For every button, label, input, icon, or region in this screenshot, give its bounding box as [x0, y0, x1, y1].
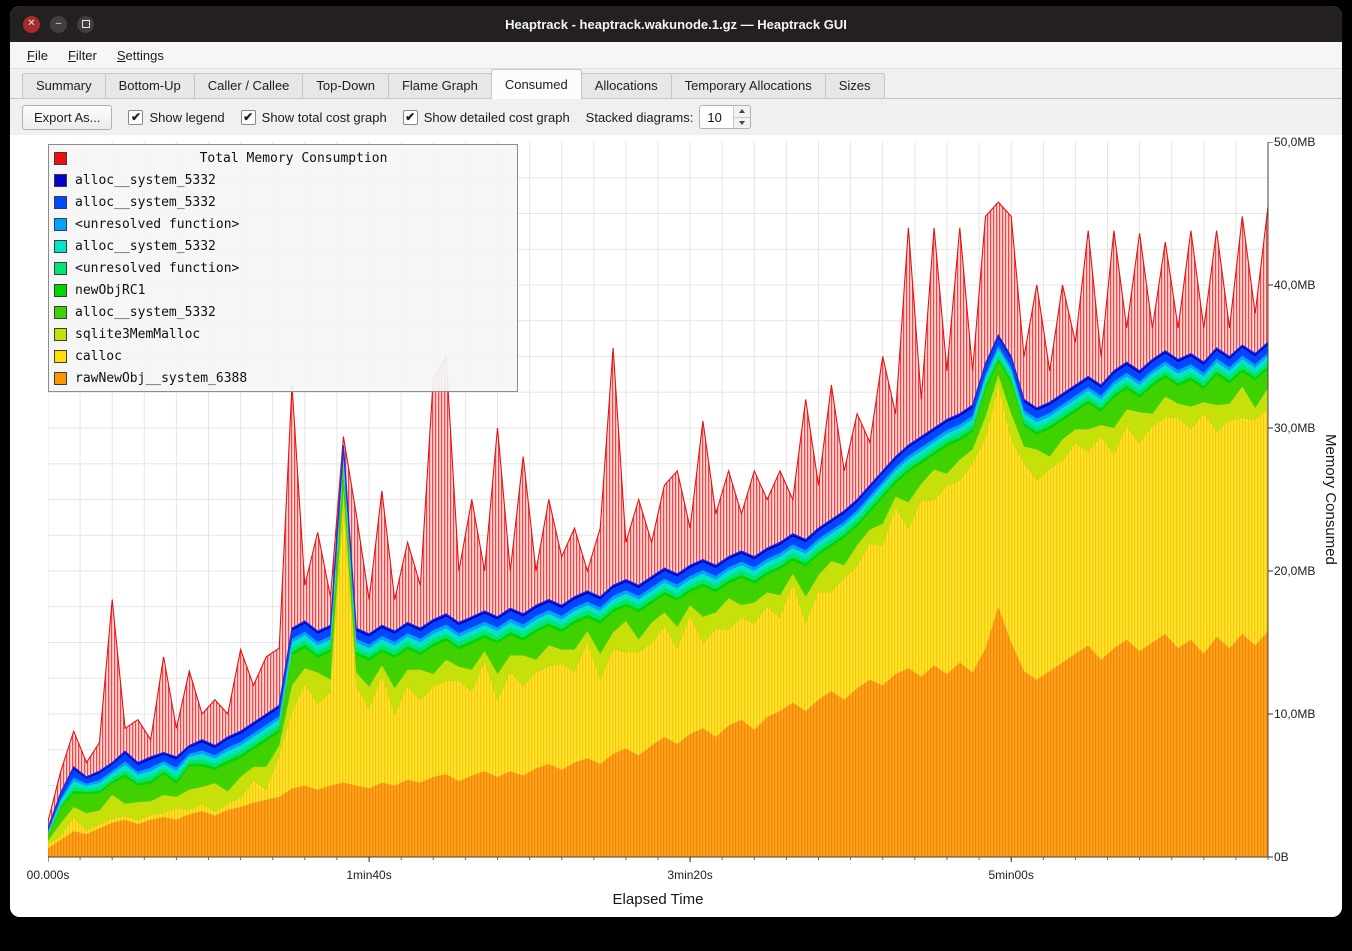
legend-entry: <unresolved function>	[49, 213, 517, 235]
checkbox-show-legend[interactable]: ✔ Show legend	[128, 110, 224, 125]
checkbox-show-detailed-cost-graph[interactable]: ✔ Show detailed cost graph	[403, 110, 570, 125]
checkbox-icon: ✔	[241, 110, 256, 125]
legend-entry-label: newObjRC1	[75, 283, 145, 298]
tab-caller-callee[interactable]: Caller / Callee	[194, 73, 304, 98]
legend-entry-label: <unresolved function>	[75, 261, 239, 276]
heaptrack-window: ✕ – Heaptrack - heaptrack.wakunode.1.gz …	[10, 6, 1342, 917]
legend-swatch	[54, 262, 67, 275]
spinbox-value[interactable]: 10	[700, 106, 733, 128]
legend-swatch	[54, 174, 67, 187]
tab-bar: Summary Bottom-Up Caller / Callee Top-Do…	[10, 69, 1342, 99]
legend-entry-label: alloc__system_5332	[75, 195, 216, 210]
legend-entry: newObjRC1	[49, 279, 517, 301]
menubar: File Filter Settings	[10, 42, 1342, 69]
checkbox-icon: ✔	[403, 110, 418, 125]
close-button[interactable]: ✕	[23, 16, 40, 33]
x-axis-labels: 00.000s1min40s3min20s5min00s	[48, 868, 1268, 884]
stacked-diagrams-group: Stacked diagrams: 10	[586, 105, 752, 129]
y-axis-tick-label: 40,0MB	[1274, 278, 1315, 292]
chart-legend: Total Memory Consumption alloc__system_53…	[48, 144, 518, 392]
legend-entry: rawNewObj__system_6388	[49, 367, 517, 389]
y-axis-tick-label: 0B	[1274, 850, 1289, 864]
menu-item-filter[interactable]: Filter	[59, 45, 106, 66]
menu-item-settings[interactable]: Settings	[108, 45, 173, 66]
x-axis-tick-label: 1min40s	[346, 868, 391, 882]
legend-swatch	[54, 196, 67, 209]
legend-swatch	[54, 284, 67, 297]
tab-temporary-allocations[interactable]: Temporary Allocations	[671, 73, 826, 98]
maximize-icon	[82, 20, 90, 28]
x-axis-tick-label: 3min20s	[667, 868, 712, 882]
legend-title: Total Memory Consumption	[75, 151, 512, 166]
legend-entry-label: calloc	[75, 349, 122, 364]
y-axis-tick-label: 50,0MB	[1274, 135, 1315, 149]
legend-entry-label: alloc__system_5332	[75, 305, 216, 320]
minimize-icon: –	[56, 19, 62, 29]
tab-top-down[interactable]: Top-Down	[302, 73, 389, 98]
legend-entry: <unresolved function>	[49, 257, 517, 279]
minimize-button[interactable]: –	[50, 16, 67, 33]
legend-entry-label: <unresolved function>	[75, 217, 239, 232]
close-icon: ✕	[27, 19, 35, 29]
checkbox-show-total-cost-graph[interactable]: ✔ Show total cost graph	[241, 110, 387, 125]
legend-swatch	[54, 372, 67, 385]
legend-swatch	[54, 152, 67, 165]
titlebar: ✕ – Heaptrack - heaptrack.wakunode.1.gz …	[10, 6, 1342, 42]
desktop-background: ✕ – Heaptrack - heaptrack.wakunode.1.gz …	[0, 0, 1352, 951]
legend-swatch	[54, 350, 67, 363]
tab-sizes[interactable]: Sizes	[825, 73, 885, 98]
spin-down-button[interactable]	[734, 117, 750, 129]
legend-entry-label: alloc__system_5332	[75, 239, 216, 254]
legend-entry: alloc__system_5332	[49, 301, 517, 323]
y-axis-tick-label: 30,0MB	[1274, 421, 1315, 435]
legend-entry: sqlite3MemMalloc	[49, 323, 517, 345]
legend-title-row: Total Memory Consumption	[49, 147, 517, 169]
legend-entry: calloc	[49, 345, 517, 367]
legend-swatch	[54, 306, 67, 319]
chart-area: Total Memory Consumption alloc__system_53…	[10, 135, 1342, 917]
legend-entry: alloc__system_5332	[49, 169, 517, 191]
window-title: Heaptrack - heaptrack.wakunode.1.gz — He…	[10, 17, 1342, 32]
legend-swatch	[54, 328, 67, 341]
x-axis-title: Elapsed Time	[48, 891, 1268, 908]
tab-summary[interactable]: Summary	[22, 73, 106, 98]
legend-swatch	[54, 218, 67, 231]
legend-entry-label: rawNewObj__system_6388	[75, 371, 247, 386]
toolbar: Export As... ✔ Show legend ✔ Show total …	[10, 99, 1342, 135]
titlebar-buttons: ✕ –	[23, 16, 94, 33]
x-axis-tick-label: 00.000s	[27, 868, 70, 882]
tab-allocations[interactable]: Allocations	[581, 73, 672, 98]
legend-swatch	[54, 240, 67, 253]
menu-item-file[interactable]: File	[18, 45, 57, 66]
stacked-diagrams-label: Stacked diagrams:	[586, 110, 694, 125]
export-as-button[interactable]: Export As...	[22, 105, 112, 130]
tab-flame-graph[interactable]: Flame Graph	[388, 73, 492, 98]
spinbox-buttons	[733, 106, 750, 128]
legend-entry-label: alloc__system_5332	[75, 173, 216, 188]
legend-entry: alloc__system_5332	[49, 235, 517, 257]
tab-bottom-up[interactable]: Bottom-Up	[105, 73, 195, 98]
tab-consumed[interactable]: Consumed	[491, 69, 582, 99]
maximize-button[interactable]	[77, 16, 94, 33]
legend-entry: alloc__system_5332	[49, 191, 517, 213]
y-axis-tick-label: 20,0MB	[1274, 564, 1315, 578]
legend-entry-label: sqlite3MemMalloc	[75, 327, 200, 342]
y-axis-title: Memory Consumed	[1322, 142, 1339, 857]
checkbox-icon: ✔	[128, 110, 143, 125]
y-axis-tick-label: 10,0MB	[1274, 707, 1315, 721]
arrow-up-icon	[739, 109, 745, 113]
x-axis-tick-label: 5min00s	[988, 868, 1033, 882]
stacked-diagrams-spinbox[interactable]: 10	[699, 105, 751, 129]
spin-up-button[interactable]	[734, 106, 750, 117]
arrow-down-icon	[739, 121, 745, 125]
